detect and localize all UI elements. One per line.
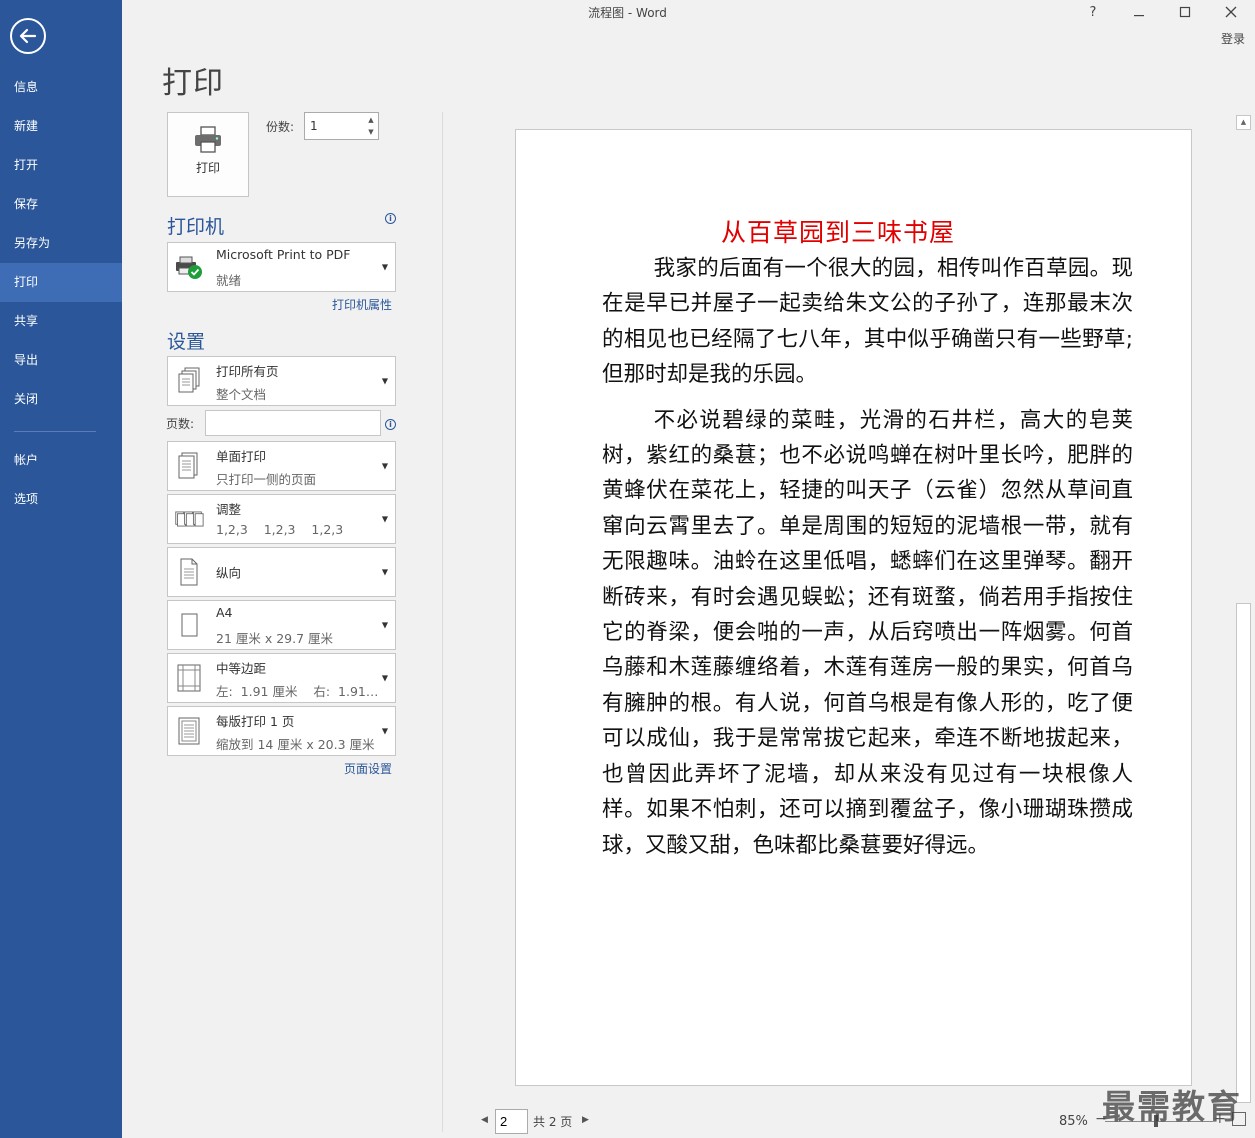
- zoom-slider[interactable]: [1105, 1121, 1213, 1122]
- zoom-level[interactable]: 85%: [1059, 1114, 1088, 1129]
- printer-info-icon[interactable]: i: [385, 213, 396, 224]
- close-button[interactable]: [1208, 0, 1254, 24]
- collate-dropdown[interactable]: 调整 1,2,3 1,2,3 1,2,3 ▼: [167, 494, 396, 544]
- maximize-icon: [1179, 6, 1191, 18]
- print-range-sub: 整个文档: [216, 387, 267, 402]
- pages-stack-icon: [174, 366, 204, 396]
- print-button-label: 打印: [195, 161, 220, 175]
- zoom-in-icon[interactable]: +: [1214, 1111, 1226, 1127]
- margins-icon: [174, 663, 204, 693]
- nav-print[interactable]: 打印: [0, 263, 122, 302]
- margins-label: 中等边距: [216, 661, 267, 676]
- document-paragraph: 不必说碧绿的菜畦，光滑的石井栏，高大的皂荚树，紫红的桑葚；也不必说鸣蝉在树叶里长…: [602, 407, 1133, 858]
- preview-scrollbar[interactable]: ▲: [1236, 113, 1251, 1113]
- panel-divider: [442, 112, 443, 1132]
- margins-dropdown[interactable]: 中等边距 左: 1.91 厘米 右: 1.91… ▼: [167, 653, 396, 703]
- pages-label: 页数:: [166, 417, 195, 431]
- back-arrow-icon[interactable]: [10, 18, 46, 54]
- close-icon: [1225, 6, 1237, 18]
- scroll-up-icon[interactable]: ▲: [1236, 115, 1251, 130]
- portrait-icon: [174, 557, 204, 587]
- orientation-dropdown[interactable]: 纵向 ▼: [167, 547, 396, 597]
- print-button[interactable]: 打印: [167, 112, 249, 197]
- document-paragraph: 我家的后面有一个很大的园，相传叫作百草园。现在是早已并屋子一起卖给朱文公的子孙了…: [602, 256, 1133, 388]
- orientation-label: 纵向: [216, 565, 242, 581]
- paper-size-sub: 21 厘米 x 29.7 厘米: [216, 631, 334, 646]
- printer-icon: [195, 126, 221, 153]
- chevron-down-icon: ▼: [381, 461, 388, 471]
- nav-info[interactable]: 信息: [0, 68, 122, 107]
- nav-save[interactable]: 保存: [0, 185, 122, 224]
- nav-account[interactable]: 帐户: [0, 441, 122, 480]
- paper-size-icon: [174, 610, 204, 640]
- sides-label: 单面打印: [216, 449, 267, 464]
- sides-dropdown[interactable]: 单面打印 只打印一侧的页面 ▼: [167, 441, 396, 491]
- maximize-button[interactable]: [1162, 0, 1208, 24]
- chevron-down-icon: ▼: [381, 514, 388, 524]
- pages-per-sheet-icon: [174, 716, 204, 746]
- paper-size-label: A4: [216, 605, 233, 620]
- document-title: 从百草园到三味书屋: [720, 218, 955, 247]
- printer-section-title: 打印机: [167, 216, 225, 238]
- pages-input[interactable]: [205, 410, 381, 436]
- collate-icon: [174, 504, 204, 534]
- nav-save-as[interactable]: 另存为: [0, 224, 122, 263]
- print-range-label: 打印所有页: [216, 364, 279, 379]
- copies-up-icon[interactable]: ▲: [365, 114, 377, 126]
- chevron-down-icon: ▼: [381, 673, 388, 683]
- window-title: 流程图 - Word: [588, 6, 667, 20]
- pages-info-icon[interactable]: i: [385, 419, 396, 430]
- sidebar-divider: [14, 431, 96, 432]
- copies-spin: ▲ ▼: [365, 114, 377, 138]
- minimize-button[interactable]: [1116, 0, 1162, 24]
- fit-to-window-icon[interactable]: [1232, 1112, 1246, 1126]
- copies-stepper: ▲ ▼: [304, 112, 379, 140]
- nav-export[interactable]: 导出: [0, 341, 122, 380]
- printer-dropdown[interactable]: Microsoft Print to PDF 就绪 ▼: [167, 242, 396, 292]
- page-title: 打印: [162, 66, 224, 101]
- print-range-dropdown[interactable]: 打印所有页 整个文档 ▼: [167, 356, 396, 406]
- print-preview-page: 从百草园到三味书屋 我家的后面有一个很大的园，相传叫作百草园。现在是早已并屋子一…: [515, 129, 1192, 1086]
- current-page-input[interactable]: [495, 1109, 528, 1134]
- chevron-down-icon: ▼: [381, 567, 388, 577]
- copies-down-icon[interactable]: ▼: [365, 126, 377, 138]
- collate-sub: 1,2,3 1,2,3 1,2,3: [216, 522, 344, 537]
- chevron-down-icon: ▼: [381, 262, 388, 272]
- printer-name: Microsoft Print to PDF: [216, 247, 351, 262]
- sides-sub: 只打印一侧的页面: [216, 472, 317, 487]
- printer-properties-link[interactable]: 打印机属性: [332, 296, 392, 313]
- single-sided-icon: [174, 451, 204, 481]
- nav-new[interactable]: 新建: [0, 107, 122, 146]
- nav-open[interactable]: 打开: [0, 146, 122, 185]
- login-link[interactable]: 登录: [1221, 30, 1245, 47]
- minimize-icon: [1134, 15, 1144, 17]
- zoom-slider-thumb[interactable]: [1154, 1115, 1158, 1127]
- total-pages: 共 2 页: [533, 1115, 573, 1129]
- printer-status-icon: [174, 252, 204, 282]
- collate-label: 调整: [216, 502, 242, 517]
- chevron-down-icon: ▼: [381, 726, 388, 736]
- previous-page-icon[interactable]: ◀: [481, 1115, 488, 1125]
- printer-status: 就绪: [216, 273, 242, 288]
- backstage-sidebar: 信息 新建 打开 保存 另存为 打印 共享 导出 关闭 帐户 选项: [0, 0, 122, 1138]
- copies-input[interactable]: [305, 113, 365, 139]
- nav-share[interactable]: 共享: [0, 302, 122, 341]
- paper-size-dropdown[interactable]: A4 21 厘米 x 29.7 厘米 ▼: [167, 600, 396, 650]
- document-body: 我家的后面有一个很大的园，相传叫作百草园。现在是早已并屋子一起卖给朱文公的子孙了…: [602, 251, 1133, 863]
- nav-close[interactable]: 关闭: [0, 380, 122, 419]
- next-page-icon[interactable]: ▶: [582, 1115, 589, 1125]
- chevron-down-icon: ▼: [381, 620, 388, 630]
- copies-label: 份数:: [266, 120, 295, 134]
- chevron-down-icon: ▼: [381, 376, 388, 386]
- pages-per-sheet-sub: 缩放到 14 厘米 x 20.3 厘米: [216, 737, 375, 752]
- scrollbar-thumb[interactable]: [1236, 603, 1251, 1103]
- zoom-out-icon[interactable]: −: [1095, 1111, 1107, 1127]
- pages-per-sheet-label: 每版打印 1 页: [216, 714, 295, 729]
- margins-sub: 左: 1.91 厘米 右: 1.91…: [216, 684, 379, 699]
- settings-section-title: 设置: [167, 331, 206, 353]
- help-button[interactable]: ?: [1070, 0, 1116, 24]
- nav-options[interactable]: 选项: [0, 480, 122, 519]
- page-setup-link[interactable]: 页面设置: [344, 760, 392, 777]
- pages-per-sheet-dropdown[interactable]: 每版打印 1 页 缩放到 14 厘米 x 20.3 厘米 ▼: [167, 706, 396, 756]
